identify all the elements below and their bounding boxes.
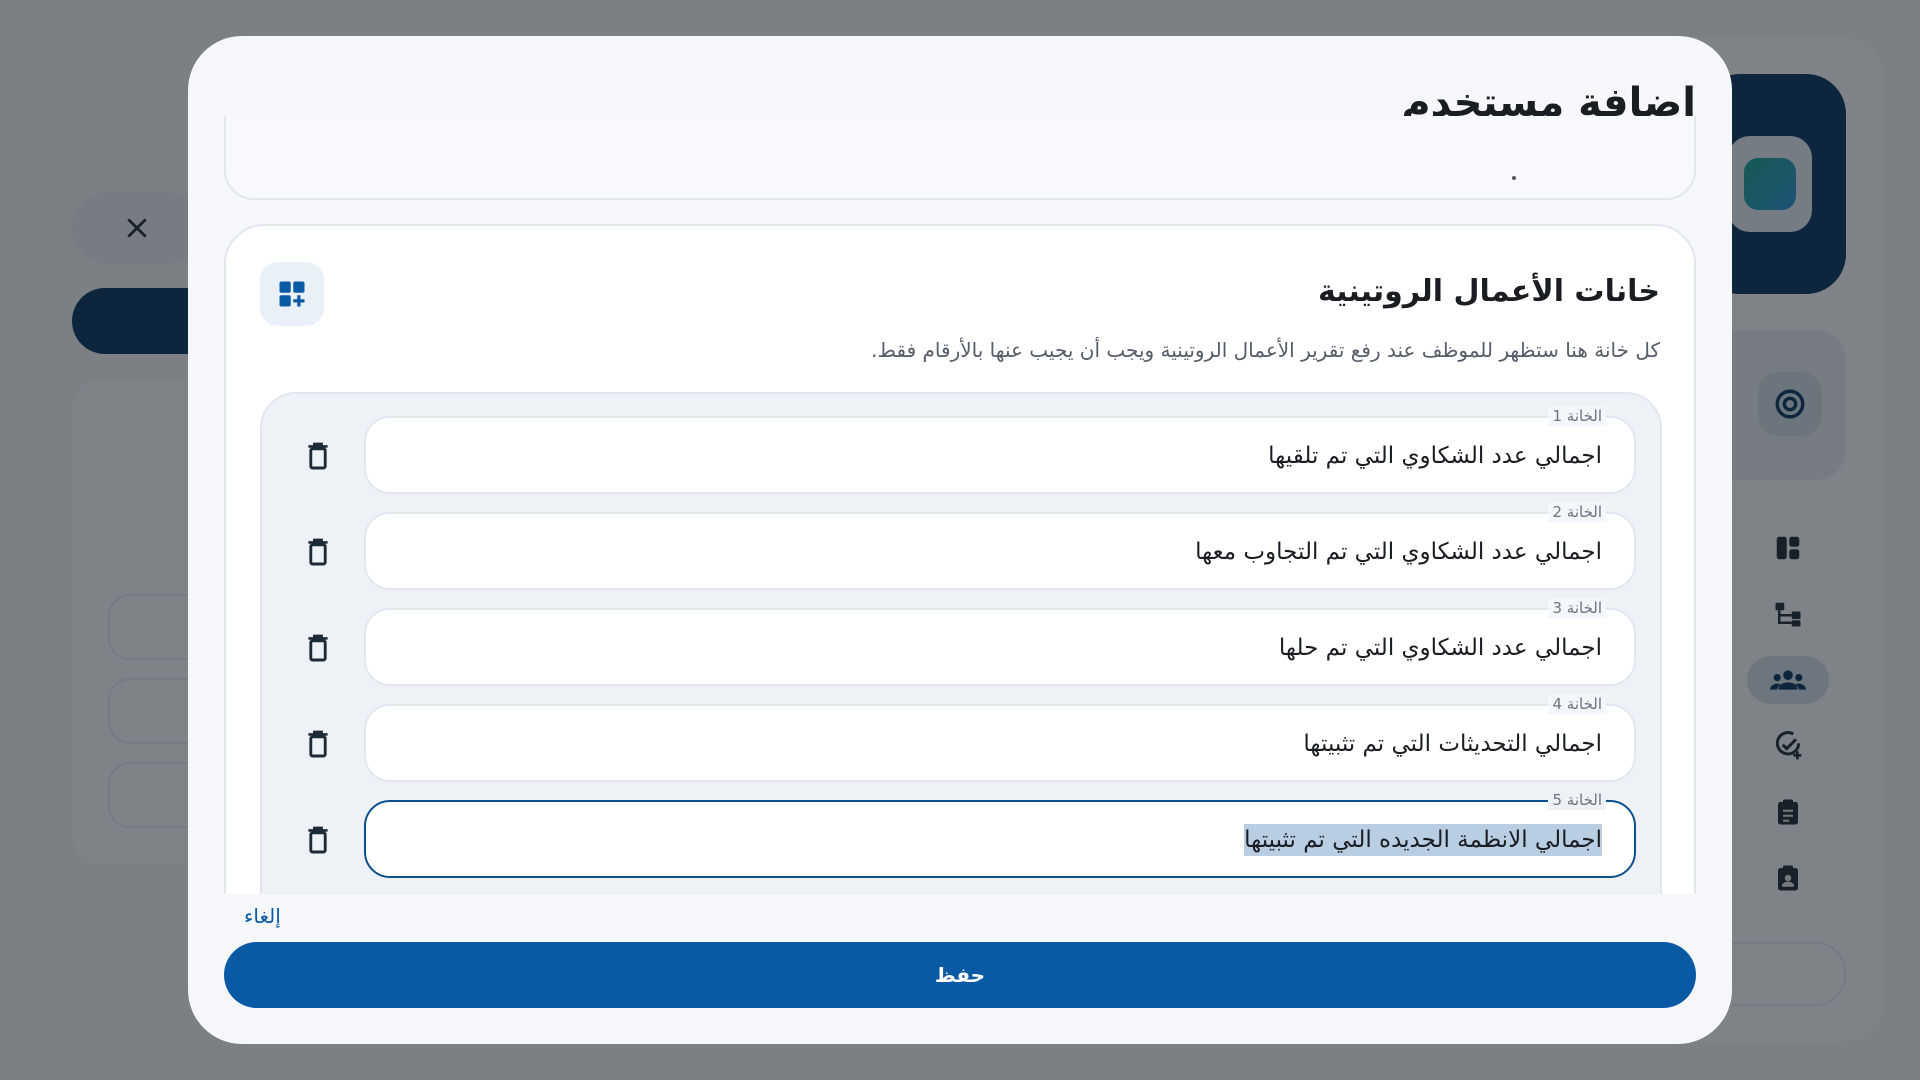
field-row: الخانة 2 اجمالي عدد الشكاوي التي تم التج… xyxy=(262,502,1664,590)
field-value[interactable]: اجمالي عدد الشكاوي التي تم تلقيها xyxy=(1268,440,1602,472)
add-widget-icon xyxy=(260,262,324,326)
field-row: الخانة 1 اجمالي عدد الشكاوي التي تم تلقي… xyxy=(262,406,1664,494)
modal-scroll-area[interactable]: خانات الأعمال الروتينية كل خانة هنا ستظه… xyxy=(224,224,1696,894)
previous-section-card xyxy=(224,116,1696,200)
field-label: الخانة 2 xyxy=(1548,502,1606,522)
save-button[interactable]: حفظ xyxy=(224,942,1696,1008)
field-input[interactable]: الخانة 2 اجمالي عدد الشكاوي التي تم التج… xyxy=(364,502,1636,590)
field-input[interactable]: الخانة 3 اجمالي عدد الشكاوي التي تم حلها xyxy=(364,598,1636,686)
field-value[interactable]: اجمالي عدد الشكاوي التي تم التجاوب معها xyxy=(1195,536,1602,568)
clipped-text-fragment xyxy=(1512,176,1516,180)
field-input[interactable]: الخانة 1 اجمالي عدد الشكاوي التي تم تلقي… xyxy=(364,406,1636,494)
field-value-selected[interactable]: اجمالي الانظمة الجديده التي تم تثبيتها xyxy=(1244,824,1602,856)
field-label: الخانة 5 xyxy=(1548,790,1606,810)
routine-fields-section: خانات الأعمال الروتينية كل خانة هنا ستظه… xyxy=(224,224,1696,894)
section-description: كل خانة هنا ستظهر للموظف عند رفع تقرير ا… xyxy=(871,338,1660,362)
delete-field-button[interactable] xyxy=(298,724,338,764)
delete-field-button[interactable] xyxy=(298,628,338,668)
trash-icon xyxy=(308,442,328,470)
add-user-modal: إضافة مستخدم خانات الأعمال الروتينية كل … xyxy=(188,36,1732,1044)
field-input-focused[interactable]: الخانة 5 اجمالي الانظمة الجديده التي تم … xyxy=(364,790,1636,878)
cancel-button[interactable]: إلغاء xyxy=(244,904,281,928)
delete-field-button[interactable] xyxy=(298,820,338,860)
field-label: الخانة 4 xyxy=(1548,694,1606,714)
field-row: الخانة 3 اجمالي عدد الشكاوي التي تم حلها xyxy=(262,598,1664,686)
section-title: خانات الأعمال الروتينية xyxy=(1317,274,1660,309)
field-row: الخانة 4 اجمالي التحديثات التي تم تثبيته… xyxy=(262,694,1664,782)
field-input[interactable]: الخانة 4 اجمالي التحديثات التي تم تثبيته… xyxy=(364,694,1636,782)
field-label: الخانة 3 xyxy=(1548,598,1606,618)
field-row: الخانة 5 اجمالي الانظمة الجديده التي تم … xyxy=(262,790,1664,878)
field-value[interactable]: اجمالي التحديثات التي تم تثبيتها xyxy=(1303,728,1602,760)
delete-field-button[interactable] xyxy=(298,532,338,572)
trash-icon xyxy=(308,826,328,854)
field-value[interactable]: اجمالي عدد الشكاوي التي تم حلها xyxy=(1279,632,1602,664)
field-label: الخانة 1 xyxy=(1548,406,1606,426)
delete-field-button[interactable] xyxy=(298,436,338,476)
trash-icon xyxy=(308,730,328,758)
fields-list: الخانة 1 اجمالي عدد الشكاوي التي تم تلقي… xyxy=(260,392,1662,894)
trash-icon xyxy=(308,634,328,662)
trash-icon xyxy=(308,538,328,566)
